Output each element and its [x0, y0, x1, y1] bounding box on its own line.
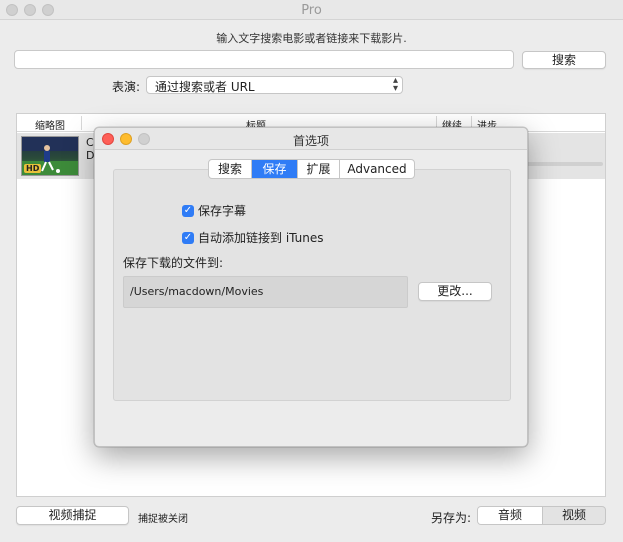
- checkbox-checked-icon[interactable]: ✓: [182, 231, 194, 244]
- search-input[interactable]: [14, 50, 514, 69]
- dialog-title: 首选项: [292, 134, 329, 148]
- column-divider: [81, 116, 82, 130]
- checkbox-checked-icon[interactable]: ✓: [182, 204, 194, 217]
- save-path-label: 保存下载的文件到:: [123, 256, 224, 270]
- preferences-dialog: 首选项 搜索 保存 扩展 Advanced ✓ 保存字幕 ✓ 自动添加链接到 i…: [94, 127, 528, 447]
- dialog-titlebar: 首选项: [95, 128, 527, 150]
- save-as-audio-option[interactable]: 音频: [478, 507, 542, 524]
- save-as-segmented-control[interactable]: 音频 视频: [477, 506, 606, 525]
- save-as-label: 另存为:: [431, 511, 472, 525]
- mode-select-value: 通过搜索或者 URL: [155, 80, 255, 94]
- video-thumbnail: HD: [21, 136, 79, 176]
- auto-add-itunes-option[interactable]: ✓ 自动添加链接到 iTunes: [182, 229, 324, 246]
- save-subtitles-label: 保存字幕: [198, 204, 247, 218]
- tab-advanced[interactable]: Advanced: [340, 160, 414, 178]
- save-as-video-option[interactable]: 视频: [543, 507, 605, 524]
- search-hint: 输入文字搜索电影或者链接来下载影片.: [216, 32, 407, 45]
- save-settings-panel: ✓ 保存字幕 ✓ 自动添加链接到 iTunes 保存下载的文件到: /Users…: [113, 169, 511, 401]
- tab-extend[interactable]: 扩展: [298, 160, 340, 178]
- mode-label: 表演:: [112, 80, 141, 94]
- tab-save[interactable]: 保存: [252, 160, 298, 178]
- video-capture-button[interactable]: 视频捕捉: [16, 506, 129, 525]
- mode-select[interactable]: 通过搜索或者 URL ▴ ▾: [146, 76, 403, 94]
- save-subtitles-option[interactable]: ✓ 保存字幕: [182, 202, 246, 219]
- tab-search[interactable]: 搜索: [209, 160, 252, 178]
- main-titlebar: Pro: [0, 0, 623, 20]
- updown-chevron-icon: ▴ ▾: [392, 75, 398, 94]
- capture-status: 捕捉被关闭: [138, 514, 188, 525]
- window-title: Pro: [301, 3, 322, 18]
- preferences-tabs: 搜索 保存 扩展 Advanced: [208, 159, 415, 179]
- hd-badge-icon: HD: [24, 164, 42, 173]
- save-path-field: /Users/macdown/Movies: [123, 276, 408, 308]
- change-path-button[interactable]: 更改...: [418, 282, 492, 301]
- column-header-thumbnail[interactable]: 缩略图: [35, 117, 65, 132]
- auto-add-itunes-label: 自动添加链接到 iTunes: [198, 231, 324, 245]
- search-button[interactable]: 搜索: [522, 51, 606, 69]
